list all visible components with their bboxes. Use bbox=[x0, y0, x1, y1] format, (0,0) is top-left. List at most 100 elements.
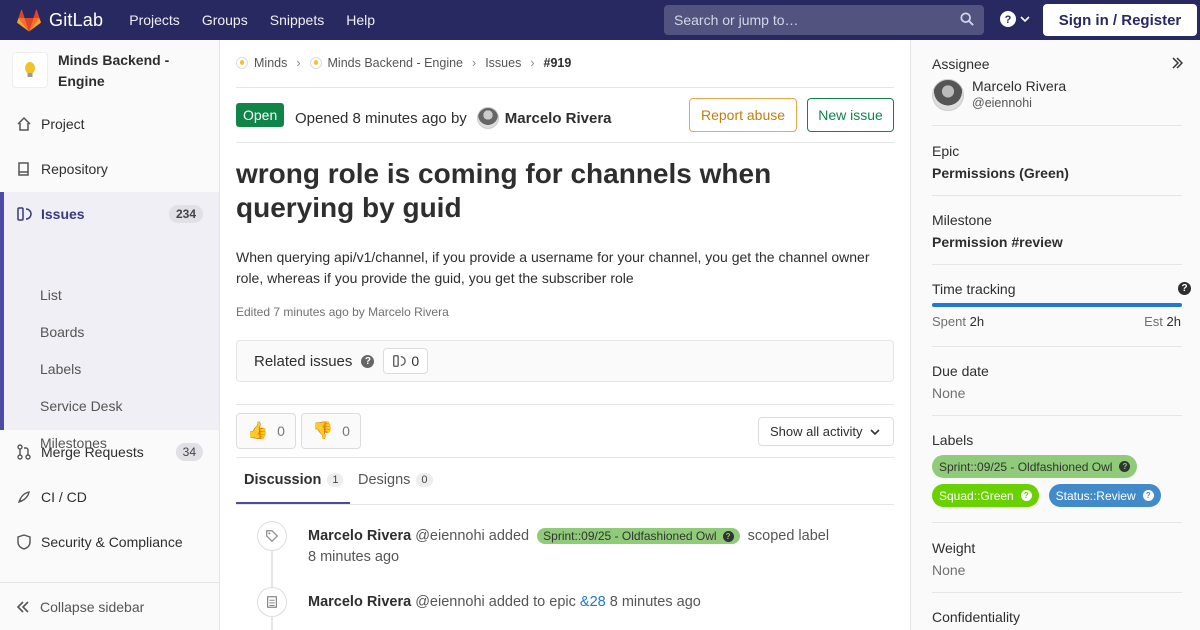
assignee-section: Assignee bbox=[932, 56, 1182, 72]
issue-opened-info: Opened 8 minutes ago by Marcelo Rivera bbox=[295, 107, 612, 129]
due-date-section: Due date None bbox=[932, 363, 1182, 401]
sidebar-item-security[interactable]: Security & Compliance bbox=[0, 520, 219, 564]
book-icon bbox=[16, 161, 32, 177]
note-author[interactable]: Marcelo Rivera bbox=[308, 528, 411, 544]
issues-icon bbox=[16, 206, 32, 222]
thumbs-down-count: 0 bbox=[342, 423, 350, 439]
author-name[interactable]: Marcelo Rivera bbox=[505, 110, 612, 127]
collapse-sidebar-button[interactable]: Collapse sidebar bbox=[0, 582, 219, 630]
tab-designs-label: Designs bbox=[358, 472, 411, 488]
project-name: Minds Backend - Engine bbox=[58, 52, 170, 89]
nav-help[interactable]: Help bbox=[346, 12, 375, 28]
breadcrumb-separator-icon: › bbox=[472, 56, 477, 70]
thumbs-down-button[interactable]: 👎 0 bbox=[301, 413, 361, 449]
time-progress-bar bbox=[932, 303, 1182, 307]
project-header[interactable]: Minds Backend - Engine bbox=[12, 50, 198, 92]
sidebar-item-label: Security & Compliance bbox=[41, 534, 183, 550]
confidentiality-section: Confidentiality bbox=[932, 609, 1182, 625]
assignee-name[interactable]: Marcelo Rivera bbox=[972, 78, 1066, 94]
nav-groups[interactable]: Groups bbox=[202, 12, 248, 28]
tab-designs[interactable]: Designs 0 bbox=[358, 472, 433, 488]
tab-discussion-label: Discussion bbox=[244, 472, 322, 488]
note-action: added to epic bbox=[488, 594, 576, 610]
author-avatar[interactable] bbox=[476, 107, 499, 129]
divider bbox=[932, 522, 1182, 523]
sidebar-item-repository[interactable]: Repository bbox=[0, 147, 219, 191]
issue-title: wrong role is coming for channels when q… bbox=[236, 158, 772, 223]
search-placeholder: Search or jump to… bbox=[674, 12, 799, 28]
note-handle[interactable]: @eiennohi bbox=[415, 594, 485, 610]
label-text: Status::Review bbox=[1055, 488, 1136, 503]
help-icon[interactable]: ? bbox=[361, 354, 375, 368]
activity-filter-dropdown[interactable]: Show all activity bbox=[758, 417, 894, 446]
milestone-title: Milestone bbox=[932, 212, 992, 228]
chevron-down-icon bbox=[870, 428, 881, 435]
milestone-value[interactable]: Permission #review bbox=[932, 234, 1182, 250]
time-tracking-title: Time tracking bbox=[932, 281, 1016, 297]
related-issues-label: Related issues bbox=[254, 352, 353, 370]
epic-value[interactable]: Permissions (Green) bbox=[932, 165, 1182, 181]
project-avatar-icon bbox=[309, 57, 322, 69]
weight-section: Weight None bbox=[932, 540, 1182, 578]
divider bbox=[932, 346, 1182, 347]
tab-discussion[interactable]: Discussion 1 bbox=[244, 472, 344, 488]
sidebar-item-label: Project bbox=[41, 116, 85, 132]
divider bbox=[932, 415, 1182, 416]
double-chevron-right-icon[interactable] bbox=[1171, 57, 1183, 69]
related-count-value: 0 bbox=[411, 353, 420, 369]
sidebar-item-merge-requests[interactable]: Merge Requests 34 bbox=[0, 430, 219, 474]
tab-discussion-count: 1 bbox=[327, 473, 344, 487]
spent-value: 2h bbox=[969, 314, 985, 329]
label-squad[interactable]: Squad::Green? bbox=[932, 484, 1039, 507]
double-chevron-left-icon bbox=[16, 600, 29, 613]
breadcrumb-issues[interactable]: Issues bbox=[485, 56, 521, 70]
label-sprint[interactable]: Sprint::09/25 - Oldfashioned Owl? bbox=[932, 455, 1138, 478]
sidebar-item-label: Repository bbox=[41, 161, 108, 177]
new-issue-button[interactable]: New issue bbox=[807, 98, 894, 132]
epic-title: Epic bbox=[932, 143, 960, 159]
confidentiality-title: Confidentiality bbox=[932, 609, 1020, 625]
report-abuse-button[interactable]: Report abuse bbox=[689, 98, 797, 132]
divider bbox=[932, 264, 1182, 265]
merge-requests-count-badge: 34 bbox=[175, 443, 203, 461]
divider bbox=[236, 457, 894, 458]
breadcrumb-project[interactable]: Minds Backend - Engine bbox=[328, 56, 464, 70]
sidebar-subitem-labels[interactable]: Labels bbox=[40, 361, 81, 377]
brand-name: GitLab bbox=[49, 9, 104, 30]
weight-title: Weight bbox=[932, 540, 976, 556]
time-tracking-section: Time tracking bbox=[932, 281, 1182, 297]
gitlab-logo[interactable]: GitLab bbox=[17, 9, 103, 32]
est-value: 2h bbox=[1166, 314, 1181, 329]
svg-text:?: ? bbox=[1005, 14, 1012, 26]
thumbs-up-button[interactable]: 👍 0 bbox=[236, 413, 296, 449]
sign-in-button[interactable]: Sign in / Register bbox=[1043, 4, 1197, 36]
epic-link[interactable]: &28 bbox=[580, 594, 606, 610]
nav-snippets[interactable]: Snippets bbox=[270, 12, 324, 28]
status-badge: Open bbox=[236, 103, 285, 127]
gitlab-icon bbox=[17, 9, 41, 31]
list-icon bbox=[257, 587, 287, 617]
sidebar-subitem-service-desk[interactable]: Service Desk bbox=[40, 398, 122, 414]
help-icon: ? bbox=[1142, 490, 1154, 501]
related-issues-count[interactable]: 0 bbox=[383, 348, 429, 374]
note-author[interactable]: Marcelo Rivera bbox=[308, 594, 411, 610]
label-status[interactable]: Status::Review? bbox=[1048, 484, 1161, 507]
scoped-label-badge[interactable]: Sprint::09/25 - Oldfashioned Owl? bbox=[537, 528, 740, 544]
weight-value: None bbox=[932, 562, 966, 578]
sidebar-item-project[interactable]: Project bbox=[0, 102, 219, 146]
breadcrumb-minds[interactable]: Minds bbox=[254, 56, 287, 70]
note-handle[interactable]: @eiennohi bbox=[415, 528, 485, 544]
breadcrumb-issue-number[interactable]: #919 bbox=[544, 56, 572, 70]
help-dropdown[interactable]: ? bbox=[1000, 11, 1030, 27]
nav-projects[interactable]: Projects bbox=[129, 12, 180, 28]
sidebar-subitem-list[interactable]: List bbox=[40, 287, 62, 303]
assignee-avatar[interactable] bbox=[932, 79, 964, 111]
sidebar-item-cicd[interactable]: CI / CD bbox=[0, 475, 219, 519]
search-input[interactable]: Search or jump to… bbox=[664, 5, 984, 35]
sidebar-item-issues[interactable]: Issues 234 bbox=[0, 192, 219, 236]
divider bbox=[932, 592, 1182, 593]
sidebar-subitem-boards[interactable]: Boards bbox=[40, 324, 84, 340]
help-icon[interactable]: ? bbox=[1178, 282, 1191, 295]
note-action: added bbox=[488, 528, 530, 544]
note-time: 8 minutes ago bbox=[609, 594, 701, 610]
